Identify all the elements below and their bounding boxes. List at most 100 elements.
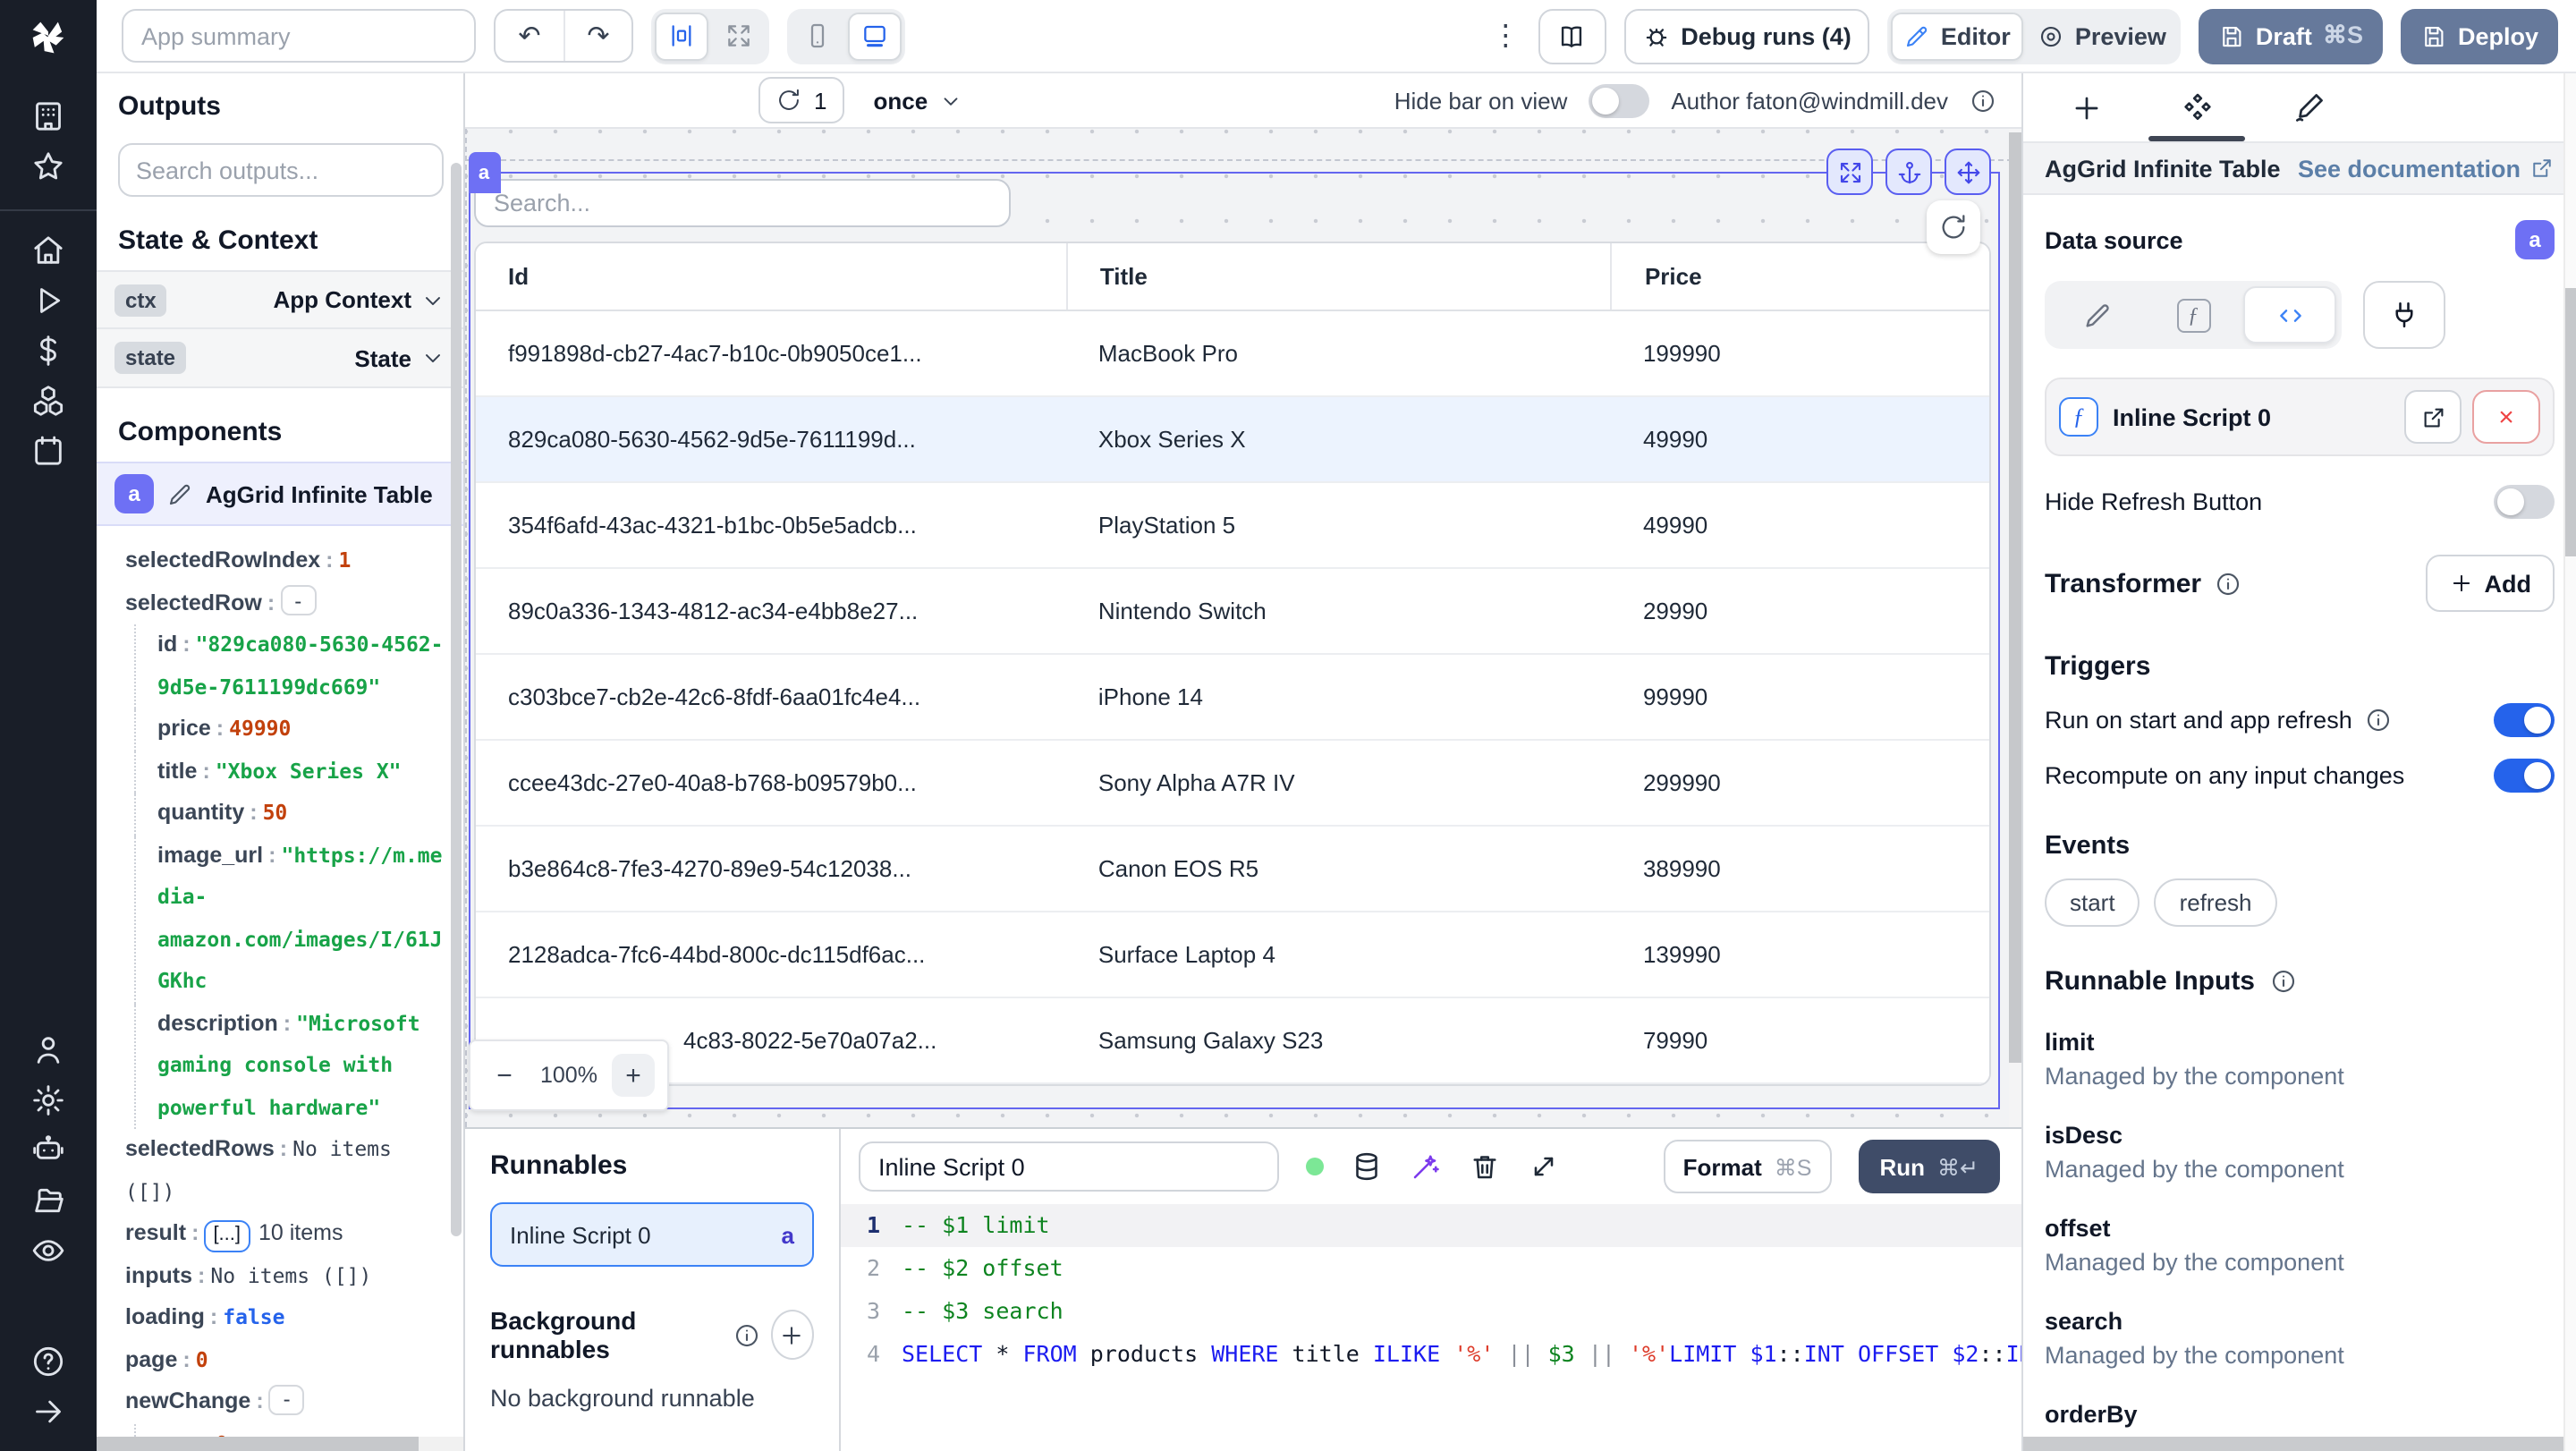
table-row[interactable]: b3e864c8-7fe3-4270-89e9-54c12038... Canon… [476, 827, 1989, 912]
table-row[interactable]: 2128adca-7fc6-44bd-800c-dc115df6ac... Sur… [476, 912, 1989, 998]
static-mode-button[interactable] [2050, 286, 2143, 344]
code-mode-button[interactable] [2243, 286, 2336, 344]
canvas-vertical-scrollbar[interactable] [2009, 129, 2021, 1127]
mobile-view-button[interactable] [791, 12, 844, 60]
audit-eye-icon[interactable] [30, 1233, 66, 1269]
script-name-input[interactable] [859, 1141, 1279, 1192]
more-menu-icon[interactable]: ⋮ [1491, 18, 1520, 54]
insert-component-tab[interactable] [2030, 73, 2141, 141]
users-icon[interactable] [30, 1032, 66, 1068]
table-refresh-button[interactable] [1927, 200, 1980, 254]
table-row[interactable]: 354f6afd-43ac-4321-b1bc-0b5e5adcb... Play… [476, 483, 1989, 569]
debug-runs-button[interactable]: Debug runs (4) [1623, 8, 1869, 64]
pencil-icon[interactable] [166, 476, 193, 512]
recompute-toggle[interactable] [2494, 759, 2555, 793]
component-settings-tab[interactable] [2141, 73, 2252, 141]
expand-array-button[interactable]: [...] [204, 1219, 250, 1252]
state-row[interactable]: state State [97, 329, 463, 388]
column-header-id[interactable]: Id [476, 243, 1066, 310]
search-outputs-input[interactable] [118, 143, 444, 197]
windmill-logo-icon[interactable] [0, 0, 97, 73]
table-row[interactable]: ccee43dc-27e0-40a8-b768-b09579b0... Sony … [476, 741, 1989, 827]
aggrid-component[interactable]: a Id Title Price f991898d- [468, 148, 2000, 1111]
folders-icon[interactable] [30, 1183, 66, 1218]
trash-icon[interactable] [1469, 1150, 1501, 1183]
table-search-input[interactable] [474, 179, 1011, 227]
settings-gear-icon[interactable] [30, 1082, 66, 1118]
deploy-button[interactable]: Deploy [2400, 8, 2558, 64]
editor-tab[interactable]: Editor [1890, 12, 2023, 60]
hide-refresh-label: Hide Refresh Button [2045, 488, 2263, 515]
run-on-start-toggle[interactable] [2494, 703, 2555, 737]
see-documentation-link[interactable]: See documentation [2298, 155, 2555, 182]
component-header-row[interactable]: a AgGrid Infinite Table [97, 462, 463, 526]
database-icon[interactable] [1351, 1150, 1383, 1183]
undo-button[interactable]: ↶ [496, 11, 564, 61]
table-row-selected[interactable]: 829ca080-5630-4562-9d5e-7611199d... Xbox … [476, 397, 1989, 483]
open-script-button[interactable] [2404, 390, 2462, 444]
ai-wand-icon[interactable] [1410, 1150, 1442, 1183]
workers-robot-icon[interactable] [30, 1133, 66, 1168]
zoom-out-button[interactable]: − [483, 1054, 526, 1097]
components-title: Components [118, 417, 283, 447]
expand-component-button[interactable] [1826, 148, 1873, 195]
workspace-icon[interactable] [30, 98, 66, 134]
chevron-down-icon [943, 97, 957, 105]
refresh-count-button[interactable]: 1 [758, 77, 845, 123]
desktop-view-button[interactable] [848, 12, 902, 60]
anchor-component-button[interactable] [1885, 148, 1932, 195]
event-start-pill[interactable]: start [2045, 878, 2140, 927]
table-row[interactable]: f991898d-cb27-4ac7-b10c-0b9050ce1... MacB… [476, 311, 1989, 397]
runs-play-icon[interactable] [30, 283, 66, 318]
outputs-vertical-scrollbar[interactable] [451, 163, 462, 1236]
frequency-select[interactable]: once [873, 87, 962, 114]
settings-horizontal-scrollbar[interactable] [2023, 1437, 2563, 1451]
component-tag[interactable]: a [468, 152, 500, 193]
expand-editor-icon[interactable] [1528, 1150, 1560, 1183]
hide-bar-toggle[interactable] [1589, 83, 1650, 117]
data-source-label: Data source [2045, 226, 2183, 253]
styling-tab[interactable] [2252, 73, 2363, 141]
column-header-price[interactable]: Price [1610, 243, 1989, 310]
runnable-inputs-title: Runnable Inputs [2045, 966, 2255, 997]
fullwidth-layout-button[interactable] [712, 12, 766, 60]
add-transformer-button[interactable]: Add [2425, 555, 2555, 612]
app-canvas[interactable]: a Id Title Price f991898d- [465, 129, 2021, 1127]
help-icon[interactable] [30, 1344, 66, 1379]
preview-tab[interactable]: Preview [2027, 12, 2177, 60]
draft-button[interactable]: Draft ⌘S [2198, 8, 2383, 64]
docs-book-button[interactable] [1538, 8, 1606, 64]
remove-script-button[interactable]: × [2472, 390, 2540, 444]
variables-dollar-icon[interactable] [30, 333, 66, 369]
format-button[interactable]: Format ⌘S [1663, 1140, 1832, 1193]
tree-item: id: "829ca080-5630-4562-9d5e-7611199dc669… [125, 624, 449, 709]
hide-refresh-toggle[interactable] [2494, 485, 2555, 519]
zoom-in-button[interactable]: + [611, 1054, 655, 1097]
table-row[interactable]: c303bce7-cb2e-42c6-8fdf-6aa01fc4e4... iPh… [476, 655, 1989, 741]
favorites-star-icon[interactable] [30, 148, 66, 184]
fx-mode-button[interactable]: ƒ [2147, 286, 2240, 344]
home-icon[interactable] [30, 233, 66, 268]
collapse-arrow-icon[interactable] [30, 1394, 66, 1430]
resources-cubes-icon[interactable] [30, 383, 66, 419]
collapse-button[interactable]: - [280, 585, 317, 615]
code-area[interactable]: 1 -- $1 limit 2 -- $2 offset 3 -- $3 search… [841, 1204, 2021, 1451]
table-row[interactable]: 89c0a336-1343-4812-ac34-e4bb8e27... Ninte… [476, 569, 1989, 655]
table-row[interactable]: 4c83-8022-5e70a07a2... Samsung Galaxy S23… [476, 998, 1989, 1084]
runnable-item[interactable]: Inline Script 0 a [490, 1202, 814, 1267]
window-vertical-scrollbar[interactable] [2563, 73, 2576, 1451]
move-component-button[interactable] [1945, 148, 1991, 195]
schedules-calendar-icon[interactable] [30, 433, 66, 469]
connect-plug-button[interactable] [2363, 281, 2445, 349]
column-header-title[interactable]: Title [1065, 243, 1611, 310]
ctx-row[interactable]: ctx App Context [97, 270, 463, 329]
run-button[interactable]: Run ⌘↵ [1858, 1140, 2000, 1193]
app-summary-input[interactable] [122, 9, 476, 63]
center-layout-button[interactable] [655, 12, 708, 60]
outputs-horizontal-scrollbar[interactable] [97, 1437, 463, 1451]
redo-button[interactable]: ↷ [564, 11, 631, 61]
event-refresh-pill[interactable]: refresh [2154, 878, 2277, 927]
collapse-button[interactable]: - [268, 1384, 305, 1414]
tree-item: selectedRows: No items ([]) [125, 1136, 392, 1203]
add-background-runnable-button[interactable] [770, 1310, 814, 1360]
